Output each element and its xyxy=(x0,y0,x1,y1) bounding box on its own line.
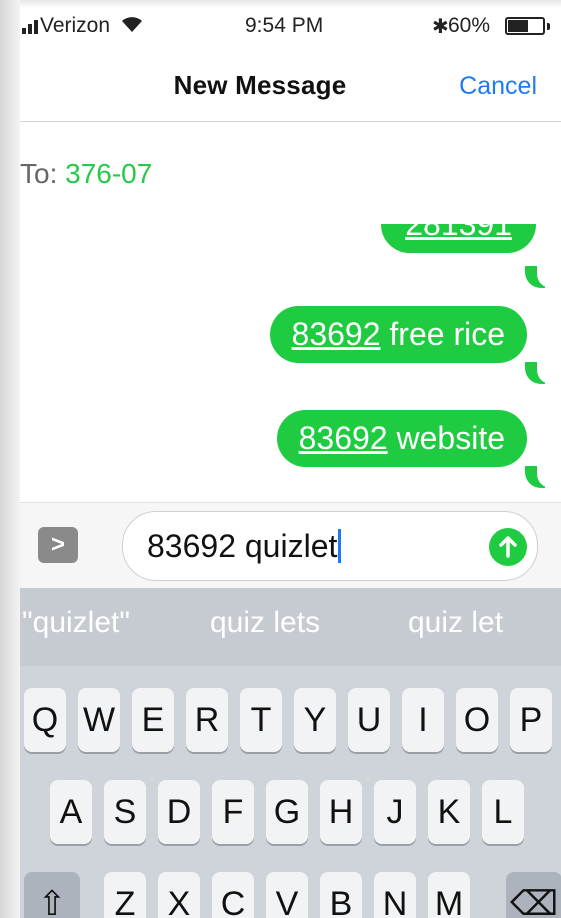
key-s[interactable]: S xyxy=(104,780,146,844)
message-code-link[interactable]: 83692 xyxy=(292,316,381,352)
carrier-name: Verizon xyxy=(40,14,111,37)
message-bubble[interactable]: 83692 free rice xyxy=(269,306,527,363)
key-e[interactable]: E xyxy=(132,688,174,752)
photo-shade-top xyxy=(0,0,561,8)
prediction-item[interactable]: quiz let xyxy=(408,606,503,640)
text-caret xyxy=(338,529,342,563)
keyboard: "quizlet" quiz lets quiz let QWERTYUIOP … xyxy=(20,588,561,918)
key-o[interactable]: O xyxy=(456,688,498,752)
delete-key[interactable]: ⌫ xyxy=(506,872,561,918)
key-f[interactable]: F xyxy=(212,780,254,844)
prediction-bar: "quizlet" quiz lets quiz let xyxy=(20,588,561,666)
key-h[interactable]: H xyxy=(320,780,362,844)
prediction-item[interactable]: quiz lets xyxy=(210,606,320,640)
key-k[interactable]: K xyxy=(428,780,470,844)
key-l[interactable]: L xyxy=(482,780,524,844)
message-composer: > 83692 quizlet xyxy=(20,502,561,588)
key-q[interactable]: Q xyxy=(24,688,66,752)
prediction-item[interactable]: "quizlet" xyxy=(22,606,130,640)
cancel-button[interactable]: Cancel xyxy=(459,72,537,101)
message-bubble[interactable]: 281391 xyxy=(381,224,536,253)
key-n[interactable]: N xyxy=(374,872,416,918)
key-j[interactable]: J xyxy=(374,780,416,844)
message-bubble-clip: 281391 xyxy=(340,224,550,290)
message-input-text: 83692 quizlet xyxy=(147,528,342,565)
key-a[interactable]: A xyxy=(50,780,92,844)
photo-shade-left xyxy=(0,0,20,918)
key-i[interactable]: I xyxy=(402,688,444,752)
navigation-bar: New Message Cancel xyxy=(20,58,561,122)
message-text: free rice xyxy=(380,316,505,352)
battery-percent: 60% xyxy=(448,14,491,37)
key-z[interactable]: Z xyxy=(104,872,146,918)
key-g[interactable]: G xyxy=(266,780,308,844)
signal-strength-icon xyxy=(22,18,40,34)
message-code-link[interactable]: 83692 xyxy=(299,420,388,456)
key-b[interactable]: B xyxy=(320,872,362,918)
battery-icon xyxy=(505,17,545,35)
key-p[interactable]: P xyxy=(510,688,552,752)
key-m[interactable]: M xyxy=(428,872,470,918)
recipient-label: To: xyxy=(20,158,58,189)
page-title: New Message xyxy=(173,70,347,100)
message-text: website xyxy=(387,420,506,456)
battery-fill xyxy=(508,20,529,32)
key-d[interactable]: D xyxy=(158,780,200,844)
key-v[interactable]: V xyxy=(266,872,308,918)
apps-button[interactable]: > xyxy=(38,527,78,563)
status-bar: Verizon 9:54 PM ✱ 60% xyxy=(20,12,561,42)
key-c[interactable]: C xyxy=(212,872,254,918)
phone-screen: Verizon 9:54 PM ✱ 60% New Message Cancel… xyxy=(0,0,561,918)
message-bubble[interactable]: 83692 website xyxy=(276,410,527,467)
recipient-field[interactable]: To: 376-07 xyxy=(20,158,561,198)
bluetooth-icon: ✱ xyxy=(432,16,449,38)
key-y[interactable]: Y xyxy=(294,688,336,752)
key-u[interactable]: U xyxy=(348,688,390,752)
battery-tip xyxy=(547,23,550,30)
wifi-icon xyxy=(122,17,142,32)
shift-key[interactable]: ⇧ xyxy=(24,872,80,918)
key-w[interactable]: W xyxy=(78,688,120,752)
key-x[interactable]: X xyxy=(158,872,200,918)
key-r[interactable]: R xyxy=(186,688,228,752)
message-code-link[interactable]: 281391 xyxy=(405,224,512,242)
key-t[interactable]: T xyxy=(240,688,282,752)
send-button[interactable] xyxy=(489,528,527,566)
recipient-value[interactable]: 376-07 xyxy=(65,158,152,189)
message-input[interactable]: 83692 quizlet xyxy=(122,511,538,581)
arrow-up-icon xyxy=(499,536,517,558)
clock: 9:54 PM xyxy=(245,14,324,37)
